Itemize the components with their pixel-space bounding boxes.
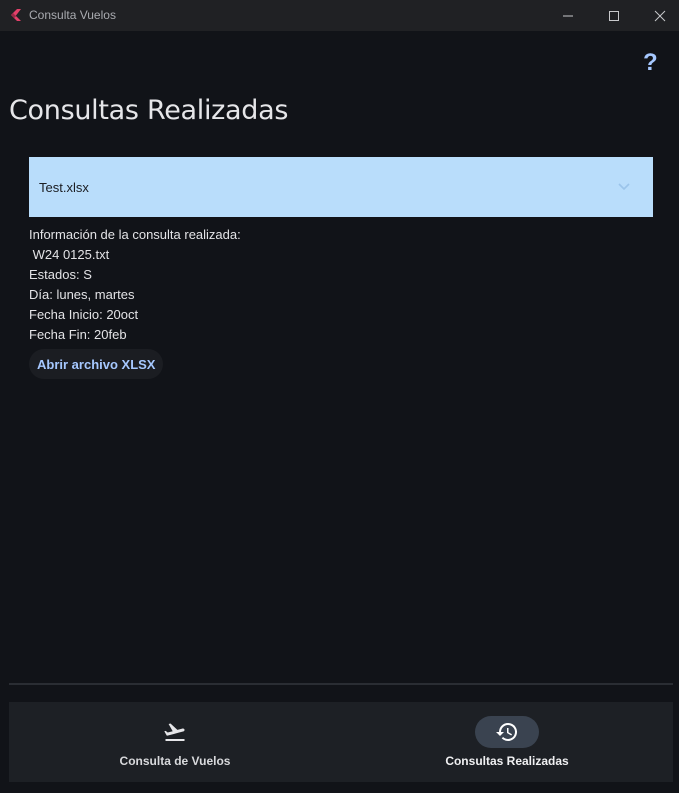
chevron-down-icon bbox=[618, 183, 630, 191]
query-info: Información de la consulta realizada: W2… bbox=[29, 225, 241, 345]
flutter-app-icon bbox=[11, 9, 21, 21]
nav-consultas-realizadas[interactable]: Consultas Realizadas bbox=[341, 702, 673, 782]
open-xlsx-button[interactable]: Abrir archivo XLSX bbox=[29, 349, 164, 379]
minimize-button[interactable] bbox=[545, 0, 591, 31]
info-dia: Día: lunes, martes bbox=[29, 287, 135, 302]
close-icon bbox=[654, 10, 666, 21]
window-title: Consulta Vuelos bbox=[29, 8, 116, 22]
app-window: Consulta Vuelos ? Consultas Realizadas T… bbox=[0, 0, 679, 793]
nav-consulta-de-vuelos[interactable]: Consulta de Vuelos bbox=[9, 702, 341, 782]
close-button[interactable] bbox=[637, 0, 679, 31]
help-icon[interactable]: ? bbox=[643, 49, 658, 77]
info-estados: Estados: S bbox=[29, 267, 92, 282]
info-fecha-inicio: Fecha Inicio: 20oct bbox=[29, 307, 139, 322]
history-icon bbox=[496, 722, 518, 741]
bottom-navigation: Consulta de Vuelos Consultas Realizadas bbox=[9, 702, 673, 782]
nav-label: Consulta de Vuelos bbox=[119, 754, 231, 768]
divider bbox=[9, 683, 673, 685]
info-heading: Información de la consulta realizada: bbox=[29, 227, 241, 242]
query-file-dropdown[interactable]: Test.xlsx bbox=[29, 157, 653, 217]
dropdown-selected-value: Test.xlsx bbox=[39, 180, 89, 195]
nav-icon-container-selected bbox=[475, 716, 539, 748]
nav-icon-container bbox=[143, 716, 207, 748]
info-file: W24 0125.txt bbox=[29, 247, 110, 262]
info-fecha-fin: Fecha Fin: 20feb bbox=[29, 327, 127, 342]
page-title: Consultas Realizadas bbox=[9, 95, 289, 126]
title-bar: Consulta Vuelos bbox=[0, 0, 679, 31]
nav-label: Consultas Realizadas bbox=[445, 754, 569, 768]
maximize-icon bbox=[609, 10, 619, 21]
flight-takeoff-icon bbox=[164, 723, 185, 741]
maximize-button[interactable] bbox=[591, 0, 637, 31]
minimize-icon bbox=[563, 15, 573, 16]
